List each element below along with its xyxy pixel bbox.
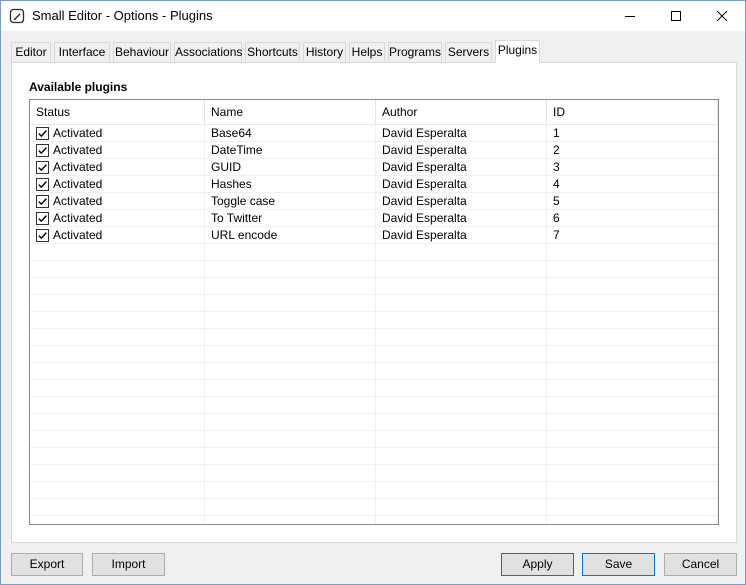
empty-list-row: [30, 261, 718, 278]
plugin-author: David Esperalta: [382, 177, 467, 191]
title-bar[interactable]: Small Editor - Options - Plugins: [1, 1, 745, 31]
save-button[interactable]: Save: [582, 553, 655, 576]
window-title: Small Editor - Options - Plugins: [32, 8, 213, 23]
empty-list-row: [30, 244, 718, 261]
options-tabs: Editor Interface Behaviour Associations …: [11, 40, 737, 63]
available-plugins-label: Available plugins: [29, 80, 128, 94]
plugin-row[interactable]: Activated To Twitter David Esperalta 6: [30, 210, 718, 227]
plugin-id: 5: [553, 194, 560, 208]
empty-list-row: [30, 363, 718, 380]
plugin-row[interactable]: Activated Hashes David Esperalta 4: [30, 176, 718, 193]
empty-list-row: [30, 346, 718, 363]
export-button[interactable]: Export: [11, 553, 83, 576]
plugin-id: 1: [553, 126, 560, 140]
plugin-row[interactable]: Activated Toggle case David Esperalta 5: [30, 193, 718, 210]
plugin-row[interactable]: Activated GUID David Esperalta 3: [30, 159, 718, 176]
plugin-id: 6: [553, 211, 560, 225]
plugin-status: Activated: [53, 126, 103, 140]
tab-history[interactable]: History: [303, 42, 346, 62]
close-button[interactable]: [699, 1, 745, 31]
empty-list-row: [30, 312, 718, 329]
minimize-icon: [625, 16, 635, 17]
apply-button[interactable]: Apply: [501, 553, 574, 576]
tab-associations[interactable]: Associations: [174, 42, 242, 62]
plugin-name: Toggle case: [211, 194, 276, 208]
plugin-author: David Esperalta: [382, 211, 467, 225]
maximize-icon: [671, 11, 681, 21]
editor-app-icon: [9, 8, 25, 24]
empty-list-row: [30, 448, 718, 465]
tab-editor[interactable]: Editor: [11, 42, 51, 62]
tab-shortcuts[interactable]: Shortcuts: [245, 42, 300, 62]
plugin-status: Activated: [53, 160, 103, 174]
maximize-button[interactable]: [653, 1, 699, 31]
plugin-author: David Esperalta: [382, 143, 467, 157]
tab-interface[interactable]: Interface: [54, 42, 110, 62]
plugin-status: Activated: [53, 177, 103, 191]
plugin-id: 4: [553, 177, 560, 191]
plugin-name: Hashes: [211, 177, 252, 191]
empty-list-row: [30, 329, 718, 346]
empty-list-row: [30, 431, 718, 448]
tab-servers[interactable]: Servers: [445, 42, 492, 62]
plugin-name: URL encode: [211, 228, 278, 242]
column-header-status[interactable]: Status: [30, 100, 205, 125]
import-button[interactable]: Import: [92, 553, 165, 576]
tab-behaviour[interactable]: Behaviour: [113, 42, 171, 62]
tab-programs[interactable]: Programs: [388, 42, 442, 62]
empty-list-row: [30, 499, 718, 516]
plugin-author: David Esperalta: [382, 228, 467, 242]
column-header-author[interactable]: Author: [376, 100, 547, 125]
tab-plugins[interactable]: Plugins: [495, 40, 540, 63]
plugin-author: David Esperalta: [382, 126, 467, 140]
plugins-list[interactable]: Status Name Author ID Activated Base64 Dav…: [29, 99, 719, 525]
plugin-id: 7: [553, 228, 560, 242]
plugins-list-header: Status Name Author ID: [30, 100, 718, 125]
plugin-row[interactable]: Activated URL encode David Esperalta 7: [30, 227, 718, 244]
plugin-status: Activated: [53, 228, 103, 242]
cancel-button[interactable]: Cancel: [664, 553, 737, 576]
plugin-status: Activated: [53, 211, 103, 225]
empty-list-row: [30, 397, 718, 414]
tab-helps[interactable]: Helps: [349, 42, 385, 62]
plugin-name: Base64: [211, 126, 252, 140]
plugin-name: GUID: [211, 160, 241, 174]
empty-list-row: [30, 465, 718, 482]
empty-list-row: [30, 414, 718, 431]
empty-list-row: [30, 295, 718, 312]
column-header-name[interactable]: Name: [205, 100, 376, 125]
plugins-list-body: Activated Base64 David Esperalta 1 Activated…: [30, 125, 718, 524]
plugin-name: To Twitter: [211, 211, 263, 225]
empty-list-row: [30, 380, 718, 397]
plugin-id: 2: [553, 143, 560, 157]
empty-list-row: [30, 482, 718, 499]
plugin-row[interactable]: Activated DateTime David Esperalta 2: [30, 142, 718, 159]
plugin-status: Activated: [53, 143, 103, 157]
plugin-id: 3: [553, 160, 560, 174]
close-icon: [717, 11, 727, 21]
plugin-author: David Esperalta: [382, 160, 467, 174]
plugin-row[interactable]: Activated Base64 David Esperalta 1: [30, 125, 718, 142]
column-header-id[interactable]: ID: [547, 100, 718, 125]
plugin-name: DateTime: [211, 143, 263, 157]
plugin-author: David Esperalta: [382, 194, 467, 208]
minimize-button[interactable]: [607, 1, 653, 31]
options-window: Small Editor - Options - Plugins Editor …: [0, 0, 746, 585]
plugin-status: Activated: [53, 194, 103, 208]
empty-list-row: [30, 278, 718, 295]
